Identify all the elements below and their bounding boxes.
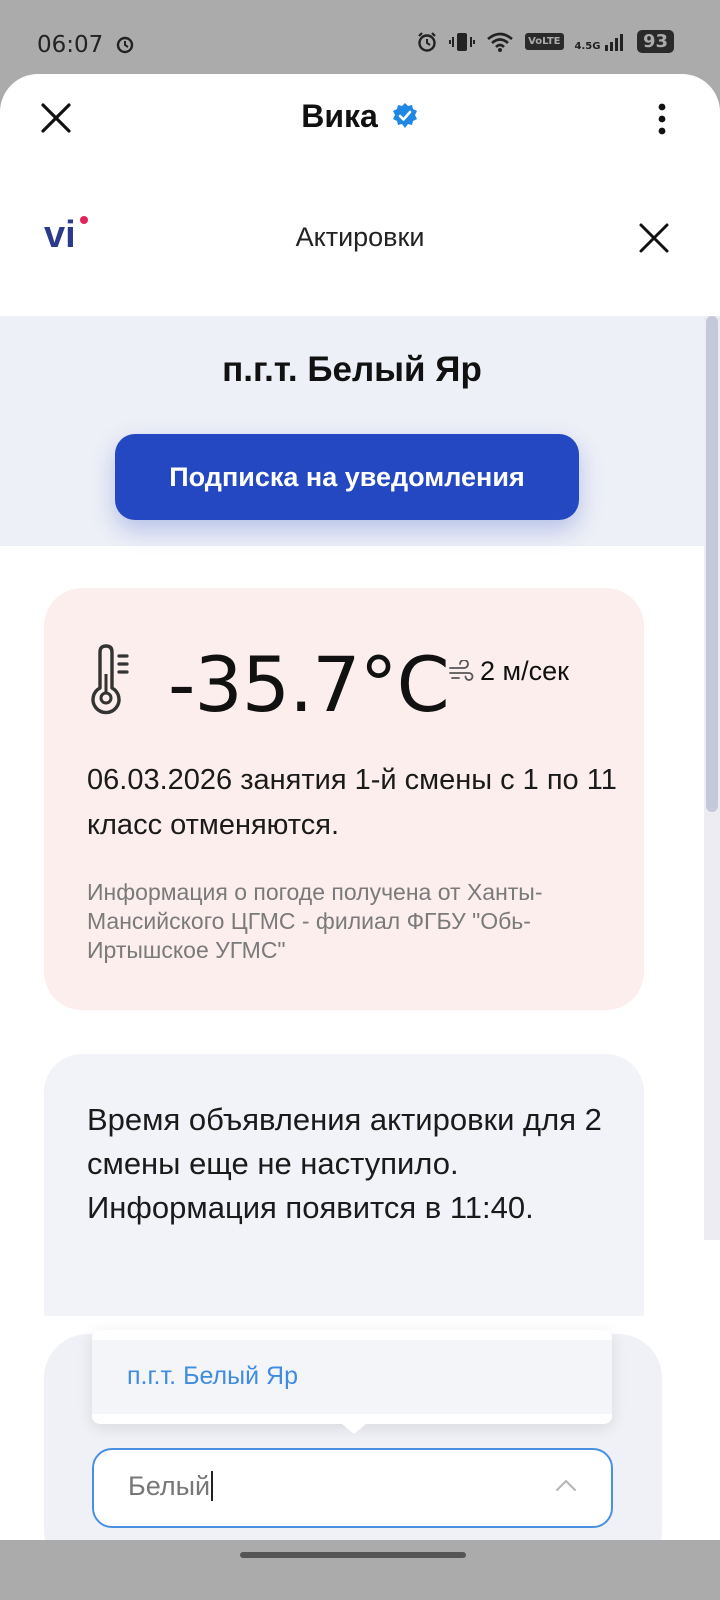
verified-badge-icon	[392, 102, 417, 128]
city-search-text: Белый	[128, 1471, 211, 1501]
scrollbar-thumb[interactable]	[706, 316, 718, 812]
dropdown-option[interactable]: п.г.т. Белый Яр	[92, 1340, 612, 1414]
alarm-icon	[418, 31, 436, 52]
scrollbar[interactable]	[704, 316, 720, 1240]
home-gesture-bar[interactable]	[240, 1552, 466, 1558]
city-dropdown: п.г.т. Белый Яр	[92, 1330, 612, 1424]
system-nav-bar	[0, 1540, 720, 1600]
wind-info: 2 м/сек	[448, 656, 569, 687]
chat-sheet: Вика vi Актировки п.г.т. Белый Яр Подпис…	[0, 74, 720, 1574]
wind-speed: 2 м/сек	[480, 656, 569, 686]
weather-source: Информация о погоде получена от Ханты-Ма…	[87, 879, 543, 963]
volte-badge: VoLTE	[525, 33, 564, 50]
city-search-input[interactable]: Белый	[92, 1448, 613, 1528]
status-icons: VoLTE 4.5G 93	[416, 30, 674, 53]
vibrate-icon	[449, 32, 476, 51]
signal-icon: 4.5G	[575, 33, 626, 51]
city-header: п.г.т. Белый Яр Подписка на уведомления	[0, 316, 704, 546]
temperature-value: -35.7°C	[168, 640, 450, 729]
status-bar: 06:07 VoLTE 4.5G 93	[0, 0, 720, 74]
status-time-text: 06:07	[37, 32, 104, 58]
chat-title-text: Вика	[301, 98, 378, 134]
status-time: 06:07	[37, 32, 135, 58]
chat-title: Вика	[0, 98, 720, 135]
top-bar: Вика	[0, 74, 720, 162]
text-cursor	[211, 1470, 214, 1501]
chevron-up-icon[interactable]	[555, 1478, 577, 1492]
wifi-icon	[487, 32, 513, 52]
weather-card: -35.7°C 2 м/сек 06.03.2026 занятия 1-й с…	[44, 588, 644, 1010]
shift-notice-text: Время объявления актировки для 2 смены е…	[87, 1102, 602, 1225]
dropdown-pointer	[342, 1424, 366, 1434]
subscribe-button[interactable]: Подписка на уведомления	[115, 434, 579, 520]
thermometer-icon	[91, 644, 129, 715]
app-header-title: Актировки	[295, 222, 425, 252]
more-vert-icon[interactable]	[656, 102, 668, 136]
app-header: vi Актировки	[0, 214, 720, 274]
weather-message: 06.03.2026 занятия 1-й смены с 1 по 11 к…	[87, 764, 617, 841]
activations-content: п.г.т. Белый Яр Подписка на уведомления …	[0, 316, 704, 1316]
wind-icon	[449, 659, 474, 681]
battery-icon: 93	[636, 30, 674, 53]
city-name: п.г.т. Белый Яр	[222, 350, 482, 389]
shift-notice-card: Время объявления актировки для 2 смены е…	[44, 1054, 644, 1316]
city-search-value: Белый	[128, 1470, 214, 1502]
close-icon[interactable]	[636, 220, 672, 256]
signal-label: 4.5G	[574, 40, 601, 52]
alarm-icon	[116, 36, 133, 53]
dropdown-option-label: п.г.т. Белый Яр	[127, 1362, 298, 1390]
